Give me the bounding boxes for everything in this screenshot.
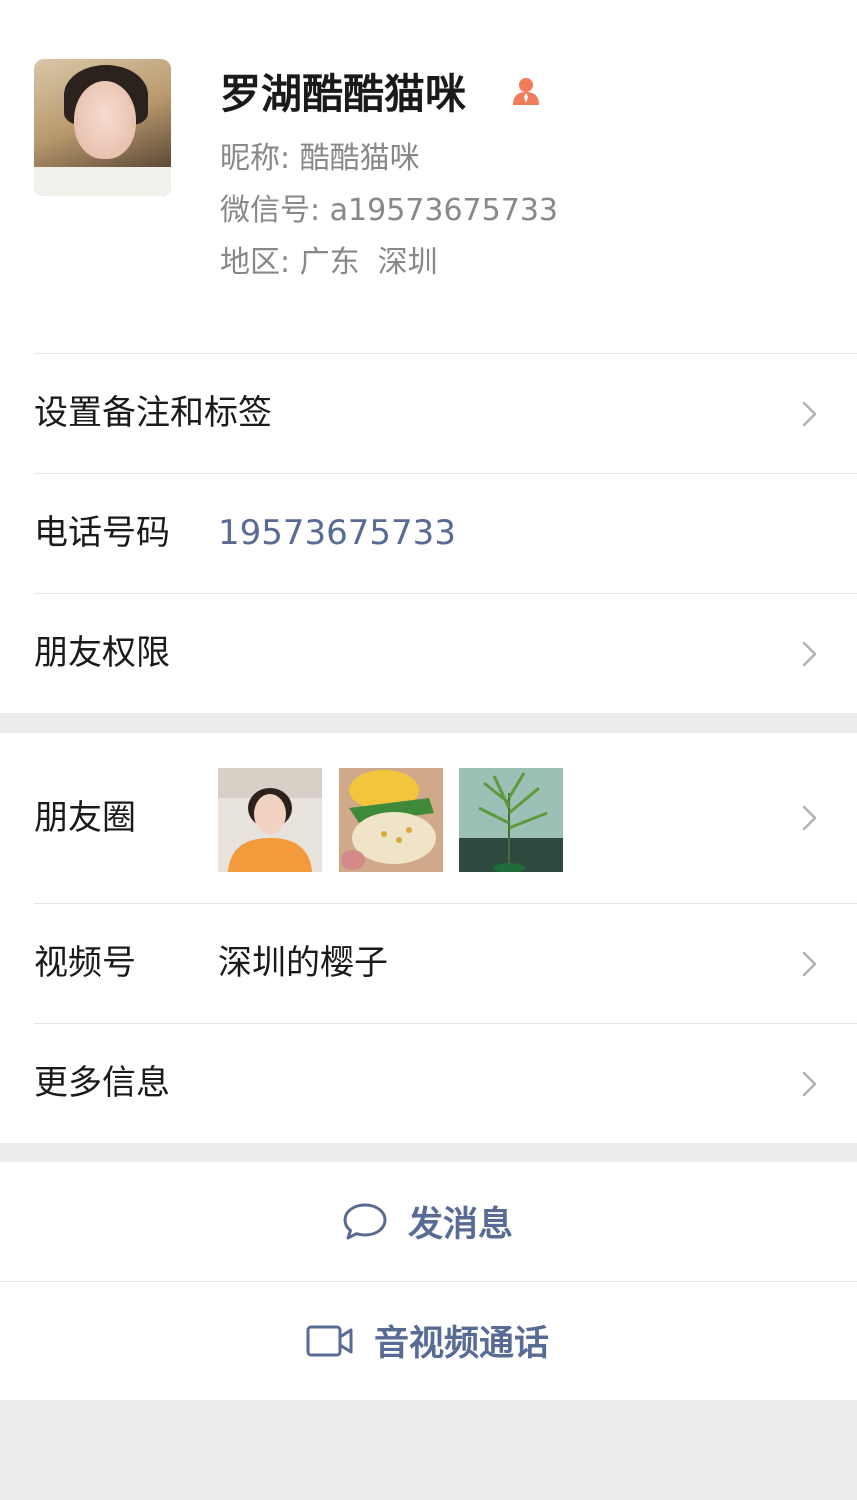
wechat-id-line: 微信号: a19573675733 [220, 191, 558, 231]
friend-permission-cell[interactable]: 朋友权限 [0, 593, 857, 713]
moments-label: 朋友圈 [34, 798, 136, 838]
video-camera-icon [306, 1325, 353, 1356]
nickname-line: 昵称: 酷酷猫咪 [220, 139, 420, 179]
contact-profile-page: 罗湖酷酷猫咪 昵称: 酷酷猫咪 微信号: a19573675733 地区: 广东… [0, 0, 857, 1500]
contact-settings-group: 设置备注和标签 电话号码 19573675733 朋友权限 [0, 353, 857, 713]
nickname-label: 昵称: [220, 141, 291, 176]
profile-name: 罗湖酷酷猫咪 [220, 70, 466, 118]
chevron-right-icon [802, 641, 817, 667]
phone-cell[interactable]: 电话号码 19573675733 [0, 473, 857, 593]
chevron-right-icon [802, 951, 817, 977]
friend-permission-label: 朋友权限 [34, 633, 170, 673]
phone-label: 电话号码 [34, 513, 170, 553]
send-message-label: 发消息 [408, 1205, 514, 1245]
region-line: 地区: 广东 深圳 [220, 243, 438, 283]
moments-thumbnail [459, 768, 563, 872]
channels-label: 视频号 [34, 943, 136, 983]
video-call-button[interactable]: 音视频通话 [0, 1281, 857, 1400]
channels-value: 深圳的樱子 [218, 943, 388, 983]
send-message-button[interactable]: 发消息 [0, 1162, 857, 1281]
channels-cell[interactable]: 视频号 深圳的樱子 [0, 903, 857, 1023]
region-province: 广东 [299, 245, 360, 280]
chat-bubble-icon [343, 1203, 387, 1239]
moments-cell[interactable]: 朋友圈 [0, 733, 857, 903]
phone-number[interactable]: 19573675733 [218, 513, 456, 553]
region-city: 深圳 [377, 245, 438, 280]
video-call-label: 音视频通话 [374, 1324, 550, 1364]
region-label: 地区: [220, 245, 291, 280]
chevron-right-icon [802, 805, 817, 831]
nickname-value: 酷酷猫咪 [299, 141, 420, 176]
chevron-right-icon [802, 1071, 817, 1097]
chevron-right-icon [802, 401, 817, 427]
more-info-label: 更多信息 [34, 1063, 170, 1103]
moments-thumbnail [339, 768, 443, 872]
moments-thumbnail [218, 768, 322, 872]
wechat-id-label: 微信号: [220, 193, 321, 228]
star-friend-icon [513, 78, 539, 105]
content-group: 朋友圈 视频号 深圳的樱子 更多信息 [0, 733, 857, 1143]
avatar[interactable] [34, 59, 171, 196]
profile-header: 罗湖酷酷猫咪 昵称: 酷酷猫咪 微信号: a19573675733 地区: 广东… [0, 0, 857, 353]
more-info-cell[interactable]: 更多信息 [0, 1023, 857, 1143]
remark-tag-cell[interactable]: 设置备注和标签 [0, 353, 857, 473]
remark-tag-label: 设置备注和标签 [34, 393, 272, 433]
wechat-id-value[interactable]: a19573675733 [330, 193, 558, 228]
